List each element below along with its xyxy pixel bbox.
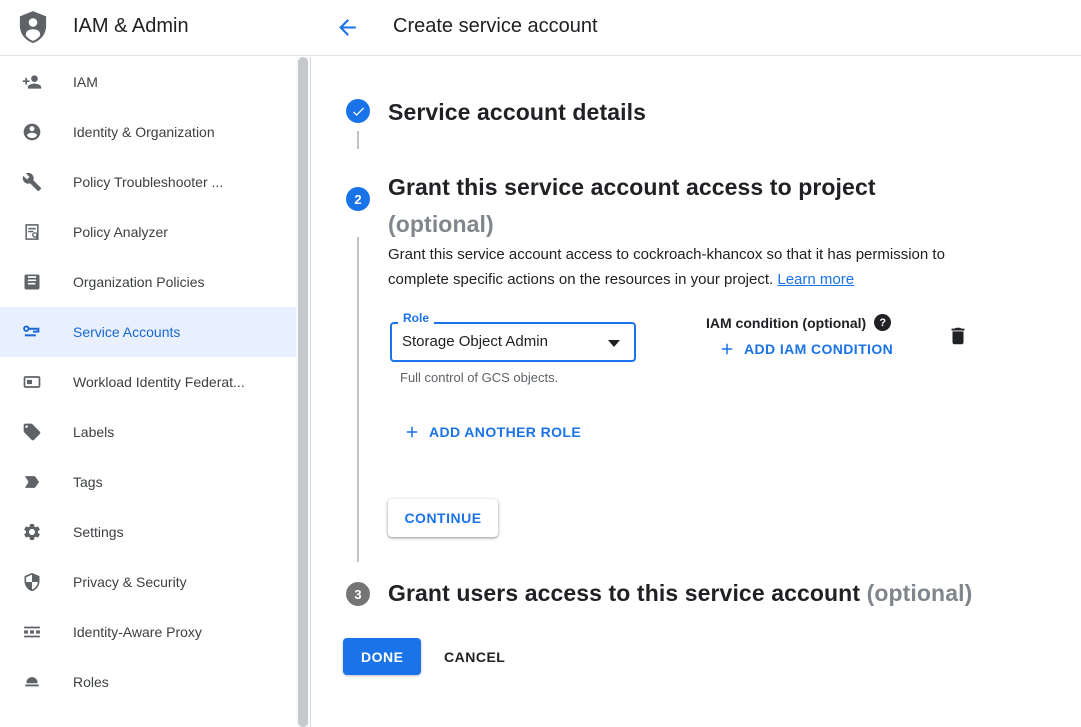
sidebar-item-service-accounts[interactable]: Service Accounts — [0, 307, 296, 357]
add-another-role-label: ADD ANOTHER ROLE — [429, 424, 581, 440]
hat-icon — [22, 672, 42, 692]
back-arrow-icon[interactable] — [334, 15, 360, 41]
sidebar-item-tags[interactable]: Tags — [0, 457, 296, 507]
badge-card-icon — [22, 372, 42, 392]
step3-title: Grant users access to this service accou… — [388, 580, 972, 607]
sidebar-item-label: Organization Policies — [73, 274, 205, 290]
document-icon — [22, 272, 42, 292]
iam-condition-label-text: IAM condition (optional) — [706, 315, 866, 331]
sidebar-item-workload-identity-federat[interactable]: Workload Identity Federat... — [0, 357, 296, 407]
caret-down-icon — [608, 340, 620, 347]
continue-button[interactable]: CONTINUE — [388, 499, 498, 537]
gear-icon — [22, 522, 42, 542]
add-iam-condition-label: ADD IAM CONDITION — [744, 341, 893, 357]
trash-icon[interactable] — [946, 325, 970, 349]
sidebar-item-label: Policy Analyzer — [73, 224, 168, 240]
sidebar-item-label: Policy Troubleshooter ... — [73, 174, 223, 190]
account-circle-icon — [22, 122, 42, 142]
plus-icon — [403, 423, 421, 441]
done-button[interactable]: DONE — [343, 638, 421, 675]
step2-number-circle: 2 — [346, 187, 370, 211]
cancel-button[interactable]: CANCEL — [432, 638, 517, 675]
policy-analyzer-icon — [22, 222, 42, 242]
step2-number: 2 — [354, 192, 361, 207]
role-select[interactable]: Storage Object Admin — [390, 322, 636, 362]
page-title: Create service account — [393, 15, 598, 38]
sidebar-item-label: Service Accounts — [73, 324, 180, 340]
sidebar-item-identity-aware-proxy[interactable]: Identity-Aware Proxy — [0, 607, 296, 657]
check-icon — [351, 104, 366, 119]
sidebar-item-policy-analyzer[interactable]: Policy Analyzer — [0, 207, 296, 257]
shield-person-icon — [18, 9, 48, 45]
step2-title: Grant this service account access to pro… — [388, 169, 1008, 243]
sidebar-item-organization-policies[interactable]: Organization Policies — [0, 257, 296, 307]
role-helper-text: Full control of GCS objects. — [400, 370, 558, 385]
sidebar-item-privacy-security[interactable]: Privacy & Security — [0, 557, 296, 607]
step3-title-text: Grant users access to this service accou… — [388, 580, 860, 606]
step1-completed-circle — [346, 99, 370, 123]
step3-optional-label: (optional) — [867, 580, 973, 606]
step-connector — [357, 131, 359, 149]
person-add-icon — [22, 72, 42, 92]
step3-number: 3 — [354, 587, 361, 602]
sidebar-item-label: Roles — [73, 674, 109, 690]
key-icon — [22, 322, 42, 342]
sidebar-item-labels[interactable]: Labels — [0, 407, 296, 457]
sidebar-item-label: Tags — [73, 474, 103, 490]
sidebar-item-label: Labels — [73, 424, 114, 440]
step-connector — [357, 237, 359, 562]
sidebar-item-settings[interactable]: Settings — [0, 507, 296, 557]
learn-more-link[interactable]: Learn more — [777, 271, 854, 288]
sidebar-item-roles[interactable]: Roles — [0, 657, 296, 707]
sidebar-item-identity-organization[interactable]: Identity & Organization — [0, 107, 296, 157]
label-icon — [22, 422, 42, 442]
proxy-grid-icon — [22, 622, 42, 642]
sidebar-item-label: Identity & Organization — [73, 124, 215, 140]
question-mark-icon[interactable]: ? — [874, 314, 891, 331]
sidebar-divider — [310, 57, 311, 727]
product-title: IAM & Admin — [73, 15, 189, 38]
sidebar-scrollbar-track[interactable] — [296, 57, 310, 727]
add-another-role-button[interactable]: ADD ANOTHER ROLE — [403, 423, 581, 441]
step2-description-text: Grant this service account access to coc… — [388, 246, 945, 288]
sidebar-item-label: IAM — [73, 74, 98, 90]
wrench-icon — [22, 172, 42, 192]
step2-description: Grant this service account access to coc… — [388, 242, 984, 292]
add-iam-condition-button[interactable]: ADD IAM CONDITION — [718, 340, 893, 358]
step2-title-text: Grant this service account access to pro… — [388, 174, 876, 200]
plus-icon — [718, 340, 736, 358]
top-app-bar: IAM & Admin Create service account — [0, 0, 1081, 56]
sidebar-item-policy-troubleshooter[interactable]: Policy Troubleshooter ... — [0, 157, 296, 207]
sidebar-scrollbar-thumb[interactable] — [298, 57, 308, 727]
sidebar-item-label: Identity-Aware Proxy — [73, 624, 202, 640]
step2-optional-label: (optional) — [388, 206, 1008, 243]
shield-icon — [22, 572, 42, 592]
sidebar-item-label: Workload Identity Federat... — [73, 374, 245, 390]
step1-title[interactable]: Service account details — [388, 99, 646, 126]
sidebar-item-label: Privacy & Security — [73, 574, 187, 590]
iam-condition-label: IAM condition (optional) ? — [706, 314, 891, 331]
role-select-value: Storage Object Admin — [402, 333, 548, 350]
sidebar-item-iam[interactable]: IAM — [0, 57, 296, 107]
iam-admin-sidebar: IAM Identity & Organization Policy Trouble… — [0, 57, 296, 727]
tag-icon — [22, 472, 42, 492]
role-select-label: Role — [398, 311, 434, 325]
step3-number-circle: 3 — [346, 582, 370, 606]
sidebar-item-label: Settings — [73, 524, 124, 540]
